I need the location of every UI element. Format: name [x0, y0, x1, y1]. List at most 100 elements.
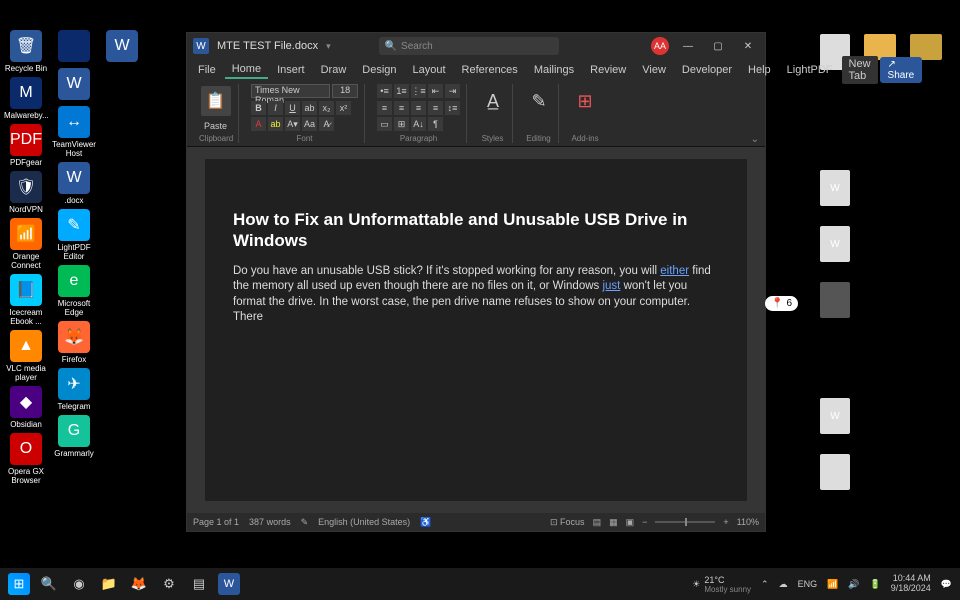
collapse-ribbon-button[interactable]: ⌄	[751, 134, 759, 145]
indent-button[interactable]: ⇥	[445, 84, 460, 98]
zoom-out-button[interactable]: −	[642, 517, 647, 527]
spellcheck-icon[interactable]: ✎	[301, 517, 309, 528]
focus-mode-button[interactable]: ⊡ Focus	[550, 517, 585, 528]
justify-button[interactable]: ≡	[428, 101, 443, 115]
italic-button[interactable]: I	[268, 101, 283, 115]
desktop-icon[interactable]: 🛡NordVPN	[4, 171, 48, 214]
weather-widget[interactable]: ☀ 21°C Mostly sunny	[692, 575, 751, 594]
menu-home[interactable]: Home	[225, 61, 268, 79]
addins-icon[interactable]: ⊞	[571, 86, 599, 116]
strike-button[interactable]: ab	[302, 101, 317, 115]
read-mode-button[interactable]: ▤	[593, 517, 602, 528]
zoom-level[interactable]: 110%	[737, 517, 759, 527]
settings-button[interactable]: ⚙	[158, 573, 180, 595]
wifi-icon[interactable]: 📶	[827, 579, 838, 590]
language-indicator[interactable]: English (United States)	[318, 517, 410, 527]
desktop-icon[interactable]: 🗑Recycle Bin	[4, 30, 48, 73]
page-indicator[interactable]: Page 1 of 1	[193, 517, 239, 527]
word-count[interactable]: 387 words	[249, 517, 291, 527]
search-button[interactable]: 🔍	[38, 573, 60, 595]
outdent-button[interactable]: ⇤	[428, 84, 443, 98]
print-layout-button[interactable]: ▦	[609, 517, 618, 528]
chevron-down-icon[interactable]: ▾	[326, 41, 331, 52]
document-area[interactable]: How to Fix an Unformattable and Unusable…	[187, 147, 765, 513]
styles-icon[interactable]: A̲	[479, 86, 507, 116]
desktop-icon[interactable]: W.docx	[52, 162, 96, 205]
share-button[interactable]: ↗ Share	[880, 57, 923, 83]
menu-layout[interactable]: Layout	[406, 62, 453, 78]
align-right-button[interactable]: ≡	[411, 101, 426, 115]
subscript-button[interactable]: x₂	[319, 101, 334, 115]
zoom-in-button[interactable]: +	[723, 517, 728, 527]
editing-icon[interactable]: ✎	[525, 86, 553, 116]
desktop-icon[interactable]: W	[100, 30, 144, 64]
shading-button[interactable]: ▭	[377, 117, 392, 131]
desktop-icon[interactable]: ✈Telegram	[52, 368, 96, 411]
desktop-icon[interactable]: MMalwareby...	[4, 77, 48, 120]
language-indicator[interactable]: ENG	[798, 579, 818, 589]
text-effects-button[interactable]: A▾	[285, 117, 300, 131]
desktop-icon[interactable]: GGrammarly	[52, 415, 96, 458]
line-spacing-button[interactable]: ↕≡	[445, 101, 460, 115]
maximize-button[interactable]: ▢	[707, 37, 729, 55]
minimize-button[interactable]: —	[677, 37, 699, 55]
docx-icon[interactable]: W	[820, 398, 850, 434]
menu-developer[interactable]: Developer	[675, 62, 739, 78]
menu-new-tab[interactable]: New Tab	[842, 56, 878, 84]
superscript-button[interactable]: x²	[336, 101, 351, 115]
file-explorer-button[interactable]: 📁	[98, 573, 120, 595]
task-view-button[interactable]: ◉	[68, 573, 90, 595]
menu-mailings[interactable]: Mailings	[527, 62, 581, 78]
menu-view[interactable]: View	[635, 62, 673, 78]
notifications-button[interactable]: 💬	[941, 579, 952, 590]
desktop-icon[interactable]: 🦊Firefox	[52, 321, 96, 364]
show-marks-button[interactable]: ¶	[428, 117, 443, 131]
desktop-icon[interactable]: OOpera GX Browser	[4, 433, 48, 485]
accessibility-icon[interactable]: ♿	[420, 517, 431, 528]
web-layout-button[interactable]: ▣	[626, 517, 635, 528]
file-icon[interactable]	[820, 282, 850, 318]
volume-icon[interactable]: 🔊	[848, 579, 859, 590]
menu-insert[interactable]: Insert	[270, 62, 312, 78]
font-size-select[interactable]: 18	[332, 84, 358, 98]
desktop-icon[interactable]: 📘Icecream Ebook ...	[4, 274, 48, 326]
tray-chevron-icon[interactable]: ⌃	[761, 579, 769, 590]
clock[interactable]: 10:44 AM 9/18/2024	[891, 574, 931, 594]
firefox-button[interactable]: 🦊	[128, 573, 150, 595]
font-color-button[interactable]: A	[251, 117, 266, 131]
user-avatar[interactable]: AA	[651, 37, 669, 55]
onedrive-icon[interactable]: ☁	[779, 579, 788, 590]
file-icon[interactable]	[820, 454, 850, 490]
close-button[interactable]: ✕	[737, 37, 759, 55]
docx-icon[interactable]: W	[820, 226, 850, 262]
notification-badge[interactable]: 📍 6	[765, 296, 798, 311]
align-left-button[interactable]: ≡	[377, 101, 392, 115]
word-taskbar-button[interactable]: W	[218, 573, 240, 595]
menu-design[interactable]: Design	[355, 62, 403, 78]
menu-lightpdf[interactable]: LightPDF	[780, 62, 840, 78]
desktop-icon[interactable]: ▲VLC media player	[4, 330, 48, 382]
desktop-icon[interactable]	[52, 30, 96, 64]
change-case-button[interactable]: Aa	[302, 117, 317, 131]
desktop-icon[interactable]: W	[52, 68, 96, 102]
battery-icon[interactable]: 🔋	[870, 579, 881, 590]
clear-fmt-button[interactable]: A̷	[319, 117, 334, 131]
multilist-button[interactable]: ⋮≡	[411, 84, 426, 98]
zoom-slider[interactable]	[655, 521, 715, 523]
menu-file[interactable]: File	[191, 62, 223, 78]
desktop-icon[interactable]: ◆Obsidian	[4, 386, 48, 429]
bullets-button[interactable]: •≡	[377, 84, 392, 98]
menu-help[interactable]: Help	[741, 62, 778, 78]
taskbar-app-button[interactable]: ▤	[188, 573, 210, 595]
font-name-select[interactable]: Times New Roman	[251, 84, 330, 98]
paste-icon[interactable]: 📋	[201, 86, 231, 116]
align-center-button[interactable]: ≡	[394, 101, 409, 115]
docx-icon[interactable]: W	[820, 170, 850, 206]
borders-button[interactable]: ⊞	[394, 117, 409, 131]
desktop-icon[interactable]: ✎LightPDF Editor	[52, 209, 96, 261]
menu-draw[interactable]: Draw	[314, 62, 354, 78]
underline-button[interactable]: U	[285, 101, 300, 115]
highlight-button[interactable]: ab	[268, 117, 283, 131]
desktop-icon[interactable]: PDFPDFgear	[4, 124, 48, 167]
desktop-icon[interactable]: ↔TeamViewer Host	[52, 106, 96, 158]
